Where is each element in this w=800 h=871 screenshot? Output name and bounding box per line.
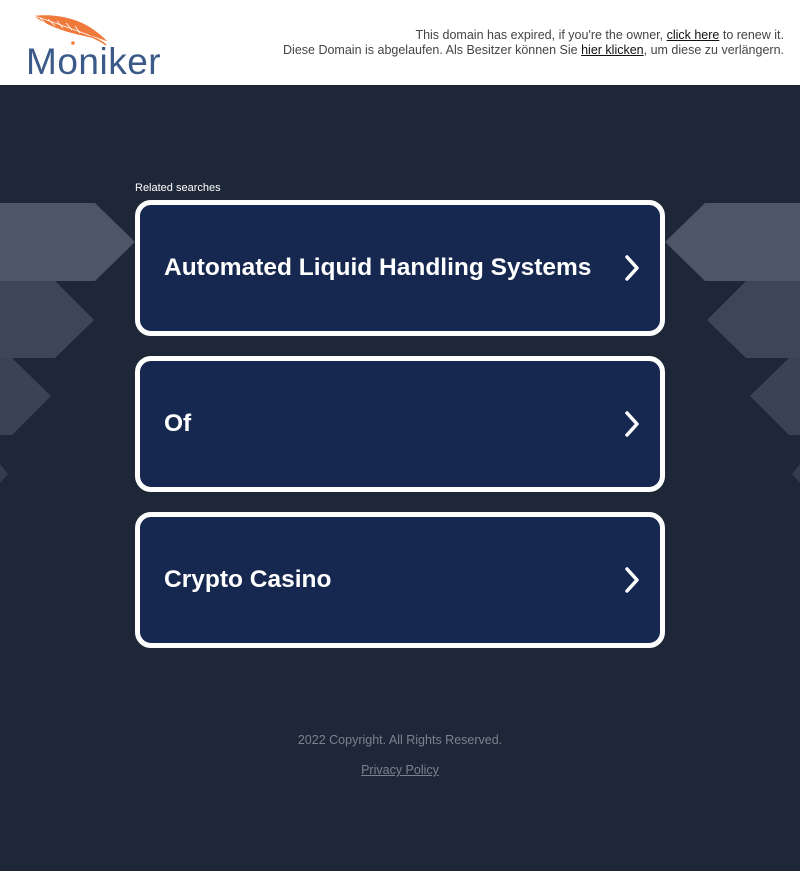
- logo-text: Moniker: [26, 41, 162, 82]
- main-content: Related searches Automated Liquid Handli…: [0, 85, 800, 871]
- expiry-notice: This domain has expired, if you're the o…: [283, 28, 784, 58]
- renew-link-en[interactable]: click here: [667, 28, 720, 42]
- search-card-label: Crypto Casino: [164, 566, 332, 593]
- expiry-notice-de: Diese Domain is abgelaufen. Als Besitzer…: [283, 43, 784, 58]
- expiry-notice-en: This domain has expired, if you're the o…: [283, 28, 784, 43]
- chevron-right-icon: [625, 255, 639, 281]
- notice-en-prefix: This domain has expired, if you're the o…: [415, 28, 667, 42]
- notice-de-prefix: Diese Domain is abgelaufen. Als Besitzer…: [283, 43, 582, 57]
- moniker-logo[interactable]: Moniker: [24, 12, 161, 80]
- search-card-of[interactable]: Of: [135, 356, 665, 492]
- privacy-policy-link[interactable]: Privacy Policy: [361, 763, 439, 777]
- search-card-automated-liquid-handling-systems[interactable]: Automated Liquid Handling Systems: [135, 200, 665, 336]
- privacy-policy: Privacy Policy: [0, 763, 800, 777]
- notice-en-suffix: to renew it.: [719, 28, 784, 42]
- renew-link-de[interactable]: hier klicken: [581, 43, 644, 57]
- chevron-right-icon: [625, 411, 639, 437]
- copyright-text: 2022 Copyright. All Rights Reserved.: [297, 733, 503, 747]
- search-card-label: Automated Liquid Handling Systems: [164, 254, 592, 281]
- related-searches-label: Related searches: [135, 182, 221, 194]
- search-card-crypto-casino[interactable]: Crypto Casino: [135, 512, 665, 648]
- search-card-label: Of: [164, 410, 192, 437]
- chevron-right-icon: [625, 567, 639, 593]
- header-bar: Moniker This domain has expired, if you'…: [0, 0, 800, 85]
- notice-de-suffix: , um diese zu verlängern.: [643, 43, 784, 57]
